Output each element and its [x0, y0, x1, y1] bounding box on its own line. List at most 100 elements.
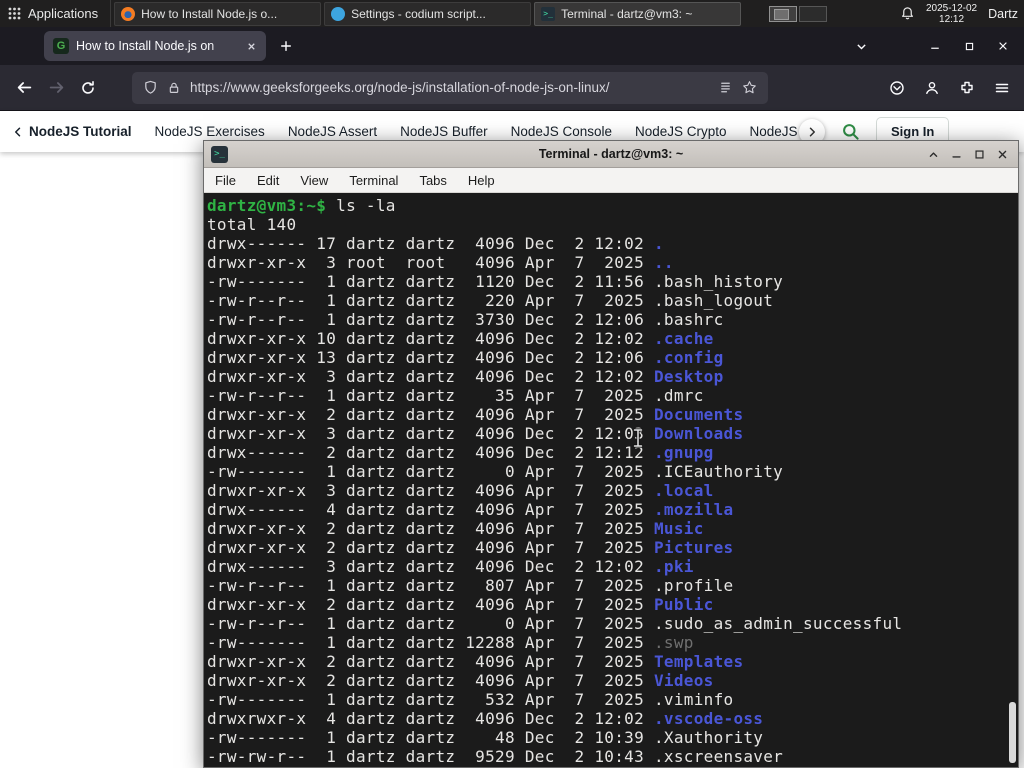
file-name: .sudo_as_admin_successful [653, 614, 903, 633]
file-attributes: -rw-r--r-- 1 dartz dartz 807 Apr 7 2025 [207, 576, 654, 595]
menu-icon[interactable] [986, 72, 1018, 104]
tab-close-icon[interactable] [246, 41, 257, 52]
browser-tab-bar: G How to Install Node.js on [0, 27, 1024, 65]
file-attributes: drwxr-xr-x 3 root root 4096 Apr 7 2025 [207, 253, 654, 272]
file-attributes: drwxr-xr-x 2 dartz dartz 4096 Apr 7 2025 [207, 595, 654, 614]
browser-toolbar: https://www.geeksforgeeks.org/node-js/in… [0, 65, 1024, 111]
directory-name: .local [653, 481, 714, 500]
workspace-1[interactable] [769, 5, 798, 22]
terminal-line: -rw-r--r-- 1 dartz dartz 220 Apr 7 2025 … [207, 291, 1018, 310]
site-nav-item[interactable]: NodeJS Crypto [635, 124, 727, 139]
new-tab-button[interactable] [279, 39, 293, 53]
clock-time: 12:12 [939, 13, 965, 25]
site-nav-item[interactable]: NodeJS Assert [288, 124, 377, 139]
file-attributes: -rw------- 1 dartz dartz 12288 Apr 7 202… [207, 633, 654, 652]
menu-help[interactable]: Help [468, 173, 495, 188]
taskbar-status-area: 2025-12-02 12:12 Dartz [900, 3, 1024, 25]
file-attributes: drwxr-xr-x 10 dartz dartz 4096 Dec 2 12:… [207, 329, 654, 348]
bell-icon[interactable] [900, 6, 915, 21]
file-name: .profile [653, 576, 734, 595]
maximize-window-icon[interactable] [952, 31, 986, 61]
file-attributes: -rw-rw-r-- 1 dartz dartz 9529 Dec 2 10:4… [207, 747, 654, 766]
workspace-2[interactable] [799, 5, 828, 22]
terminal-line: drwxr-xr-x 10 dartz dartz 4096 Dec 2 12:… [207, 329, 1018, 348]
terminal-prompt-line: dartz@vm3:~$ ls -la [207, 196, 1018, 215]
site-nav-label: NodeJS Tutorial [29, 124, 132, 139]
menu-tabs[interactable]: Tabs [419, 173, 446, 188]
directory-name: Public [653, 595, 714, 614]
file-attributes: -rw------- 1 dartz dartz 1120 Dec 2 11:5… [207, 272, 654, 291]
maximize-window-icon[interactable] [971, 146, 987, 162]
taskbar-window-label: Settings - codium script... [351, 6, 486, 21]
tab-title: How to Install Node.js on [76, 39, 215, 53]
file-name: .ICEauthority [653, 462, 784, 481]
pocket-icon[interactable] [881, 72, 913, 104]
terminal-line: drwxr-xr-x 3 dartz dartz 4096 Dec 2 12:0… [207, 367, 1018, 386]
terminal-line: -rw------- 1 dartz dartz 12288 Apr 7 202… [207, 633, 1018, 652]
applications-menu-button[interactable]: Applications [0, 0, 112, 27]
shell-command: ls -la [326, 196, 396, 215]
terminal-line: drwxr-xr-x 2 dartz dartz 4096 Apr 7 2025… [207, 595, 1018, 614]
terminal-window-controls [925, 146, 1018, 162]
terminal-line: drwxr-xr-x 2 dartz dartz 4096 Apr 7 2025… [207, 652, 1018, 671]
file-attributes: drwxr-xr-x 2 dartz dartz 4096 Apr 7 2025 [207, 671, 654, 690]
bookmark-star-icon[interactable] [742, 80, 757, 95]
applications-icon [8, 7, 21, 20]
close-window-icon[interactable] [986, 31, 1020, 61]
file-attributes: -rw------- 1 dartz dartz 532 Apr 7 2025 [207, 690, 654, 709]
terminal-scrollbar-thumb[interactable] [1009, 702, 1016, 763]
menu-file[interactable]: File [215, 173, 236, 188]
file-name: .Xauthority [653, 728, 764, 747]
browser-tab[interactable]: G How to Install Node.js on [44, 31, 266, 61]
url-text[interactable]: https://www.geeksforgeeks.org/node-js/in… [190, 80, 709, 95]
terminal-titlebar[interactable]: >_ Terminal - dartz@vm3: ~ [204, 141, 1018, 168]
search-icon[interactable] [841, 122, 860, 141]
directory-name: Videos [653, 671, 714, 690]
site-nav-item[interactable]: NodeJS Buffer [400, 124, 488, 139]
back-icon[interactable] [8, 72, 40, 104]
directory-name: . [653, 234, 664, 253]
taskbar-window-firefox[interactable]: How to Install Node.js o... [114, 1, 322, 26]
terminal-screen[interactable]: dartz@vm3:~$ ls -la total 140 drwx------… [204, 193, 1018, 767]
menu-view[interactable]: View [300, 173, 328, 188]
terminal-line: drwx------ 4 dartz dartz 4096 Apr 7 2025… [207, 500, 1018, 519]
taskbar-window-label: Terminal - dartz@vm3: ~ [561, 6, 693, 21]
taskbar-window-terminal[interactable]: >_ Terminal - dartz@vm3: ~ [534, 1, 742, 26]
list-all-tabs-icon[interactable] [844, 31, 878, 61]
taskbar-window-codium[interactable]: Settings - codium script... [324, 1, 532, 26]
terminal-line: -rw------- 1 dartz dartz 48 Dec 2 10:39 … [207, 728, 1018, 747]
file-attributes: drwxr-xr-x 2 dartz dartz 4096 Apr 7 2025 [207, 519, 654, 538]
terminal-line: drwxr-xr-x 3 root root 4096 Apr 7 2025 .… [207, 253, 1018, 272]
menu-edit[interactable]: Edit [257, 173, 279, 188]
site-nav-items: NodeJS Tutorial NodeJS Exercises NodeJS … [12, 124, 807, 139]
terminal-window-title: Terminal - dartz@vm3: ~ [538, 147, 684, 161]
site-nav-item-tutorial[interactable]: NodeJS Tutorial [12, 124, 132, 139]
file-attributes: -rw-r--r-- 1 dartz dartz 3730 Dec 2 12:0… [207, 310, 654, 329]
user-label: Dartz [988, 6, 1018, 21]
minimize-window-icon[interactable] [918, 31, 952, 61]
url-bar[interactable]: https://www.geeksforgeeks.org/node-js/in… [132, 71, 768, 104]
reload-icon[interactable] [72, 72, 104, 104]
directory-name: Desktop [653, 367, 724, 386]
shield-icon[interactable] [143, 80, 158, 95]
terminal-line: drwxr-xr-x 3 dartz dartz 4096 Dec 2 12:0… [207, 424, 1018, 443]
clock: 2025-12-02 12:12 [926, 3, 977, 25]
extensions-icon[interactable] [951, 72, 983, 104]
file-attributes: drwxr-xr-x 2 dartz dartz 4096 Apr 7 2025 [207, 652, 654, 671]
terminal-line: drwxr-xr-x 2 dartz dartz 4096 Apr 7 2025… [207, 519, 1018, 538]
close-window-icon[interactable] [994, 146, 1010, 162]
terminal-line: -rw------- 1 dartz dartz 0 Apr 7 2025 .I… [207, 462, 1018, 481]
reader-mode-icon[interactable] [718, 80, 733, 95]
shade-window-icon[interactable] [925, 146, 941, 162]
chevron-left-icon[interactable] [12, 126, 24, 138]
site-nav-item[interactable]: NodeJS Console [511, 124, 612, 139]
account-icon[interactable] [916, 72, 948, 104]
file-attributes: drwxrwxr-x 4 dartz dartz 4096 Dec 2 12:0… [207, 709, 654, 728]
directory-name: .config [653, 348, 724, 367]
minimize-window-icon[interactable] [948, 146, 964, 162]
menu-terminal[interactable]: Terminal [349, 173, 398, 188]
terminal-line: -rw-r--r-- 1 dartz dartz 35 Apr 7 2025 .… [207, 386, 1018, 405]
lock-icon[interactable] [167, 81, 181, 95]
site-nav-item[interactable]: NodeJS Exercises [155, 124, 265, 139]
forward-icon[interactable] [40, 72, 72, 104]
